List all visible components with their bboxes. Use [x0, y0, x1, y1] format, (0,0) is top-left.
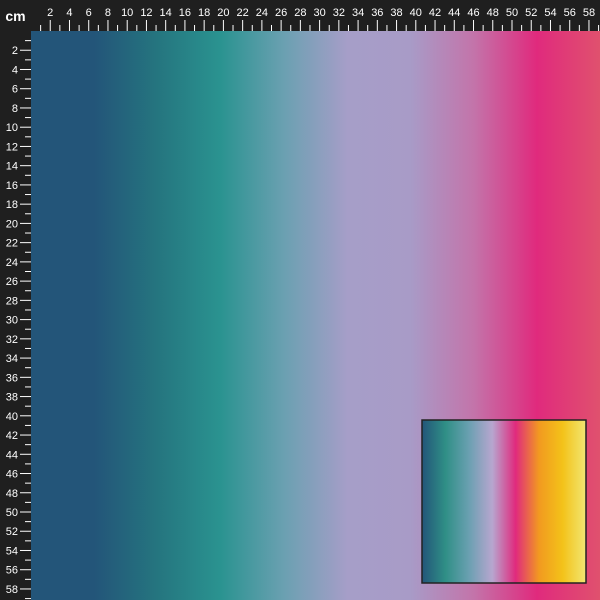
left-ruler-label: 34: [6, 353, 18, 365]
left-ruler-label: 54: [6, 545, 18, 557]
top-ruler-label: 36: [371, 7, 383, 19]
left-ruler-label: 32: [6, 334, 18, 346]
top-ruler-label: 16: [179, 7, 191, 19]
left-ruler-label: 12: [6, 141, 18, 153]
left-ruler-label: 18: [6, 199, 18, 211]
top-ruler-label: 10: [121, 7, 133, 19]
left-ruler-label: 22: [6, 238, 18, 250]
left-ruler-label: 46: [6, 469, 18, 481]
left-ruler-label: 50: [6, 507, 18, 519]
left-ruler-label: 20: [6, 218, 18, 230]
fabric-preview-canvas: 2 4 6 8 10 12 14 16 18 20 22 24 26 28 30 32 34 36 38 40 42 44…: [0, 0, 600, 600]
left-ruler-label: 40: [6, 411, 18, 423]
left-ruler-label: 38: [6, 392, 18, 404]
left-ruler-label: 16: [6, 180, 18, 192]
left-ruler-label: 4: [12, 64, 18, 76]
top-ruler-label: 46: [467, 7, 479, 19]
left-ruler-label: 44: [6, 449, 18, 461]
top-ruler-label: 52: [525, 7, 537, 19]
left-ruler-label: 30: [6, 315, 18, 327]
left-ruler-label: 26: [6, 276, 18, 288]
left-ruler-label: 56: [6, 565, 18, 577]
top-ruler-label: 50: [506, 7, 518, 19]
left-ruler-label: 52: [6, 526, 18, 538]
top-ruler-label: 42: [429, 7, 441, 19]
left-ruler-label: 14: [6, 161, 18, 173]
top-ruler-label: 18: [198, 7, 210, 19]
top-ruler-label: 56: [564, 7, 576, 19]
top-ruler-label: 40: [410, 7, 422, 19]
top-ruler-label: 32: [333, 7, 345, 19]
top-ruler-label: 26: [275, 7, 287, 19]
top-ruler-label: 22: [237, 7, 249, 19]
left-ruler-label: 28: [6, 295, 18, 307]
top-ruler-label: 14: [160, 7, 172, 19]
left-ruler-label: 58: [6, 584, 18, 596]
top-ruler-label: 38: [390, 7, 402, 19]
inset-color-swatch: [421, 419, 587, 584]
top-ruler-label: 24: [256, 7, 268, 19]
top-ruler-label: 48: [487, 7, 499, 19]
top-ruler-label: 28: [294, 7, 306, 19]
left-ruler-label: 8: [12, 103, 18, 115]
left-ruler-label: 24: [6, 257, 18, 269]
top-ruler-label: 6: [86, 7, 92, 19]
left-ruler-label: 6: [12, 84, 18, 96]
top-ruler-label: 12: [140, 7, 152, 19]
top-ruler-label: 34: [352, 7, 364, 19]
left-ruler-label: 36: [6, 372, 18, 384]
left-ruler-label: 48: [6, 488, 18, 500]
top-ruler-label: 44: [448, 7, 460, 19]
left-ruler-label: 42: [6, 430, 18, 442]
left-ruler-label: 10: [6, 122, 18, 134]
left-ruler-label: 2: [12, 45, 18, 57]
top-ruler-label: 4: [66, 7, 72, 19]
top-ruler-label: 20: [217, 7, 229, 19]
top-ruler-label: 54: [544, 7, 556, 19]
top-ruler-label: 8: [105, 7, 111, 19]
top-ruler-label: 2: [47, 7, 53, 19]
top-ruler-label: 30: [313, 7, 325, 19]
top-ruler-label: 58: [583, 7, 595, 19]
